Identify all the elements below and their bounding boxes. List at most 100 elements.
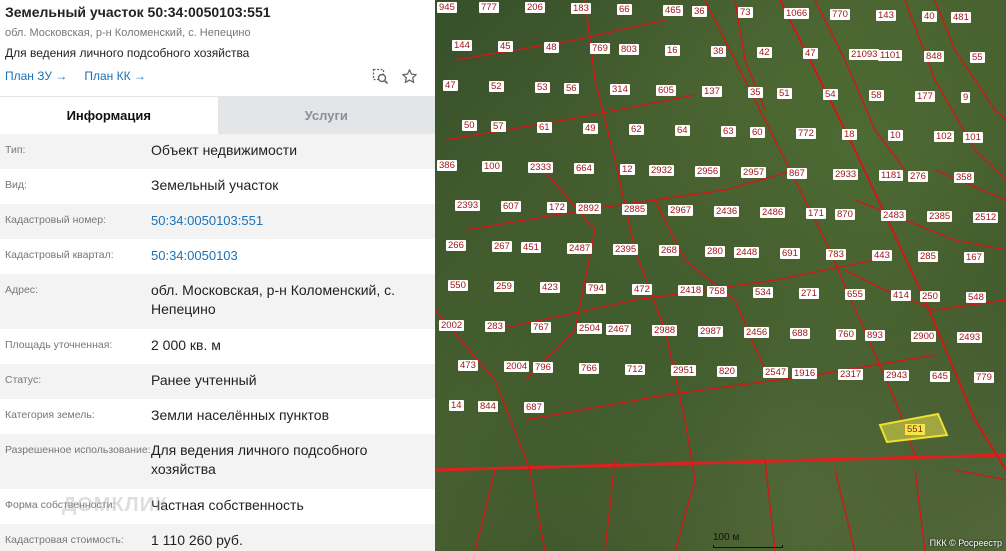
parcel-label[interactable]: 2967: [668, 205, 694, 216]
cadastral-quarter-link[interactable]: 50:34:0050103: [151, 246, 435, 274]
parcel-label[interactable]: 2448: [734, 247, 760, 258]
parcel-label[interactable]: 55: [970, 52, 985, 63]
parcel-label[interactable]: 101: [963, 132, 983, 143]
parcel-label[interactable]: 2002: [439, 320, 465, 331]
parcel-label[interactable]: 2987: [698, 326, 724, 337]
parcel-label[interactable]: 2547: [763, 367, 789, 378]
parcel-label[interactable]: 51: [777, 88, 792, 99]
parcel-label[interactable]: 2956: [695, 166, 721, 177]
parcel-label[interactable]: 465: [663, 5, 683, 16]
parcel-label[interactable]: 2004: [504, 361, 530, 372]
parcel-label[interactable]: 2395: [613, 244, 639, 255]
parcel-label[interactable]: 42: [757, 47, 772, 58]
parcel-label[interactable]: 945: [437, 2, 457, 13]
parcel-label[interactable]: 47: [443, 80, 458, 91]
parcel-label[interactable]: 57: [491, 121, 506, 132]
parcel-label[interactable]: 276: [908, 171, 928, 182]
parcel-label[interactable]: 18: [842, 129, 857, 140]
parcel-label[interactable]: 1181: [879, 170, 904, 181]
parcel-label[interactable]: 779: [974, 372, 994, 383]
cadastral-map[interactable]: 945 777 206 183 66 465 36 73 1066 770 143 40 481 144 4…: [435, 0, 1006, 551]
parcel-label[interactable]: 772: [796, 128, 816, 139]
parcel-label[interactable]: 56: [564, 83, 579, 94]
parcel-label[interactable]: 283: [485, 321, 505, 332]
parcel-label[interactable]: 14: [449, 400, 464, 411]
parcel-label[interactable]: 52: [489, 81, 504, 92]
parcel-label[interactable]: 803: [619, 44, 639, 55]
parcel-label[interactable]: 102: [934, 131, 954, 142]
highlighted-parcel-label[interactable]: 551: [905, 424, 925, 435]
tab-information[interactable]: Информация: [0, 97, 218, 134]
parcel-label[interactable]: 783: [826, 249, 846, 260]
parcel-label[interactable]: 358: [954, 172, 974, 183]
parcel-label[interactable]: 2456: [744, 327, 770, 338]
parcel-label[interactable]: 47: [803, 48, 818, 59]
parcel-label[interactable]: 40: [922, 11, 937, 22]
parcel-label[interactable]: 796: [533, 362, 553, 373]
parcel-label[interactable]: 144: [452, 40, 472, 51]
parcel-label[interactable]: 271: [799, 288, 819, 299]
parcel-label[interactable]: 172: [547, 202, 567, 213]
parcel-label[interactable]: 2467: [606, 324, 632, 335]
parcel-label[interactable]: 893: [865, 330, 885, 341]
parcel-label[interactable]: 451: [521, 242, 541, 253]
parcel-label[interactable]: 443: [872, 250, 892, 261]
tab-services[interactable]: Услуги: [217, 97, 435, 134]
parcel-label[interactable]: 266: [446, 240, 466, 251]
parcel-label[interactable]: 53: [535, 82, 550, 93]
parcel-label[interactable]: 472: [632, 284, 652, 295]
parcel-label[interactable]: 767: [531, 322, 551, 333]
parcel-label[interactable]: 2957: [741, 167, 767, 178]
parcel-label[interactable]: 35: [748, 87, 763, 98]
zoom-to-object-icon[interactable]: [372, 68, 389, 85]
parcel-label[interactable]: 66: [617, 4, 632, 15]
parcel-label[interactable]: 280: [705, 246, 725, 257]
parcel-label[interactable]: 2486: [760, 207, 786, 218]
parcel-label[interactable]: 766: [579, 363, 599, 374]
parcel-label[interactable]: 423: [540, 282, 560, 293]
parcel-label[interactable]: 10: [888, 130, 903, 141]
parcel-label[interactable]: 769: [590, 43, 610, 54]
parcel-label[interactable]: 688: [790, 328, 810, 339]
parcel-label[interactable]: 206: [525, 2, 545, 13]
parcel-label[interactable]: 171: [806, 208, 826, 219]
plan-kk-link[interactable]: План КК →: [84, 69, 146, 83]
cadastral-number-link[interactable]: 50:34:0050103:551: [151, 211, 435, 239]
parcel-label[interactable]: 664: [574, 163, 594, 174]
parcel-label[interactable]: 9: [961, 92, 971, 103]
parcel-label[interactable]: 777: [479, 2, 499, 13]
parcel-label[interactable]: 48: [544, 42, 559, 53]
parcel-label[interactable]: 1916: [792, 368, 818, 379]
parcel-label[interactable]: 2493: [957, 332, 983, 343]
plan-zu-link[interactable]: План ЗУ →: [5, 69, 67, 83]
parcel-label[interactable]: 414: [891, 290, 911, 301]
parcel-label[interactable]: 794: [586, 283, 606, 294]
parcel-label[interactable]: 760: [836, 329, 856, 340]
parcel-label[interactable]: 758: [707, 286, 727, 297]
parcel-label[interactable]: 49: [583, 123, 598, 134]
parcel-label[interactable]: 481: [951, 12, 971, 23]
parcel-label[interactable]: 645: [930, 371, 950, 382]
parcel-label[interactable]: 2333: [528, 162, 554, 173]
parcel-label[interactable]: 143: [876, 10, 896, 21]
parcel-label[interactable]: 250: [920, 291, 940, 302]
parcel-label[interactable]: 54: [823, 89, 838, 100]
parcel-label[interactable]: 687: [524, 402, 544, 413]
parcel-label[interactable]: 12: [620, 164, 635, 175]
parcel-label[interactable]: 2892: [576, 203, 602, 214]
parcel-label[interactable]: 2900: [911, 331, 937, 342]
parcel-label[interactable]: 2483: [881, 210, 907, 221]
parcel-label[interactable]: 607: [501, 201, 521, 212]
parcel-label[interactable]: 2436: [714, 206, 740, 217]
parcel-label[interactable]: 548: [966, 292, 986, 303]
parcel-label[interactable]: 867: [787, 168, 807, 179]
parcel-label[interactable]: 2317: [838, 369, 864, 380]
parcel-label[interactable]: 58: [869, 90, 884, 101]
parcel-label[interactable]: 2988: [652, 325, 678, 336]
parcel-label[interactable]: 2943: [884, 370, 910, 381]
parcel-label[interactable]: 314: [610, 84, 630, 95]
parcel-label[interactable]: 844: [478, 401, 498, 412]
parcel-label[interactable]: 64: [675, 125, 690, 136]
parcel-label[interactable]: 268: [659, 245, 679, 256]
parcel-label[interactable]: 50: [462, 120, 477, 131]
